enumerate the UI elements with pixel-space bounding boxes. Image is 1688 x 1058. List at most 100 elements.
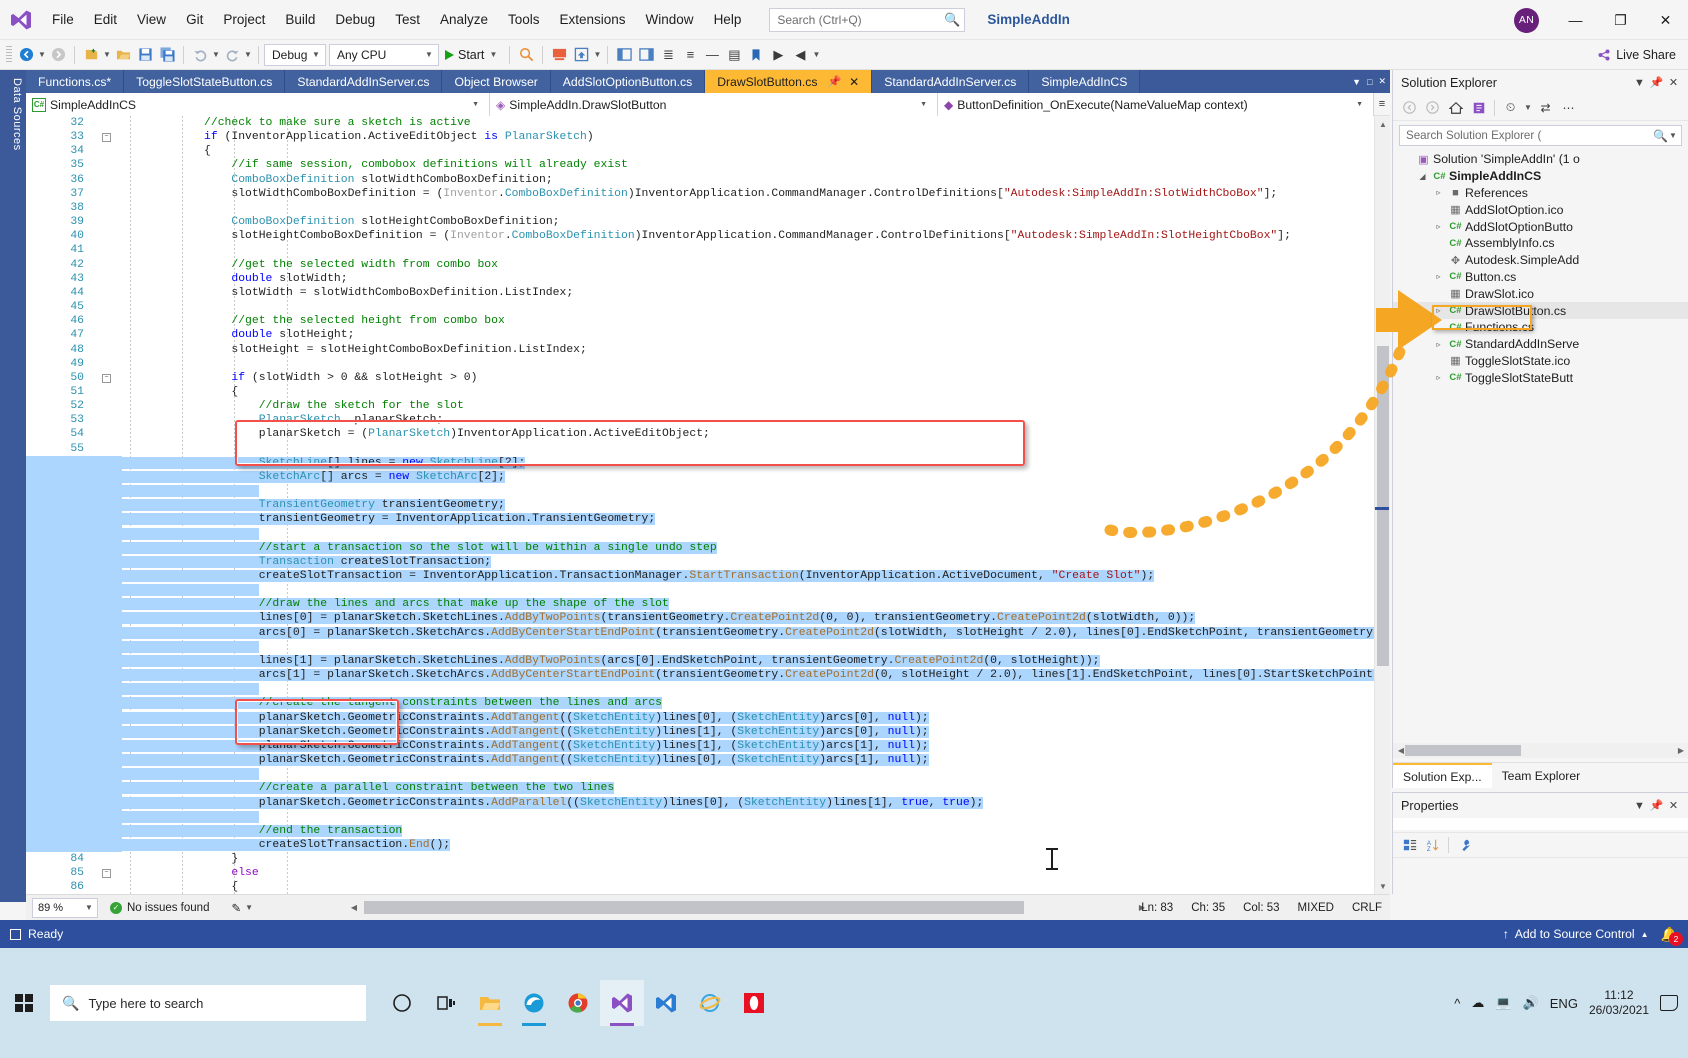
solution-tree-item-addslotoption-ico[interactable]: ▦ AddSlotOption.ico	[1393, 201, 1688, 218]
code-line[interactable]: createSlotTransaction = InventorApplicat…	[26, 569, 1390, 584]
comment-icon[interactable]: —	[701, 44, 723, 66]
tab-object-browser[interactable]: Object Browser	[442, 70, 551, 93]
code-line[interactable]	[26, 682, 1390, 697]
glyph-row[interactable]	[88, 272, 118, 286]
close-icon[interactable]: ✕	[1665, 799, 1682, 812]
forward-icon[interactable]	[1422, 97, 1443, 118]
code-line[interactable]: //check to make sure a sketch is active	[122, 116, 1390, 130]
panel-menu-icon[interactable]: ▼	[1631, 800, 1648, 812]
code-line[interactable]: //create a parallel constraint between t…	[26, 781, 1390, 796]
code-line[interactable]: lines[0] = planarSketch.SketchLines.AddB…	[26, 611, 1390, 626]
solution-tree-item-drawslotbutton-cs[interactable]: ▹ C# DrawSlotButton.cs	[1393, 302, 1688, 319]
navbar-member-dropdown[interactable]: ◆ ButtonDefinition_OnExecute(NameValueMa…	[938, 93, 1374, 116]
solution-tree-item-button-cs[interactable]: ▹ C# Button.cs	[1393, 269, 1688, 286]
live-preview-icon[interactable]	[570, 44, 592, 66]
menu-build[interactable]: Build	[275, 6, 325, 33]
solution-tree-item-autodesk-simpleadd[interactable]: ✥ Autodesk.SimpleAdd	[1393, 252, 1688, 269]
tab-addslotoptionbutton-cs[interactable]: AddSlotOptionButton.cs	[550, 70, 706, 93]
code-line[interactable]: }	[122, 852, 1390, 866]
code-line[interactable]: else	[122, 866, 1390, 880]
visual-studio-code-icon[interactable]	[644, 980, 688, 1026]
glyph-row[interactable]	[88, 229, 118, 243]
tab-list-dropdown-icon[interactable]: ▼	[1352, 77, 1361, 87]
code-line[interactable]: //start a transaction so the slot will b…	[26, 540, 1390, 555]
back-icon[interactable]	[1399, 97, 1420, 118]
menu-extensions[interactable]: Extensions	[550, 6, 636, 33]
issues-indicator[interactable]: ✓ No issues found	[110, 901, 209, 914]
solution-tree-item-references[interactable]: ▹ ■ References	[1393, 185, 1688, 202]
code-line[interactable]: planarSketch.GeometricConstraints.AddTan…	[26, 753, 1390, 768]
code-line[interactable]: arcs[0] = planarSketch.SketchArcs.AddByC…	[26, 625, 1390, 640]
code-line[interactable]	[122, 442, 1390, 456]
expand-twisty-icon[interactable]: ◢	[1415, 172, 1430, 181]
glyph-row[interactable]	[88, 158, 118, 172]
code-line[interactable]: transientGeometry = InventorApplication.…	[26, 512, 1390, 527]
tab-simpleaddincs[interactable]: SimpleAddInCS	[1029, 70, 1141, 93]
zoom-level-combo[interactable]: 89 % ▼	[32, 897, 98, 918]
glyph-row[interactable]	[88, 116, 118, 130]
glyph-row[interactable]	[88, 286, 118, 300]
code-line[interactable]	[26, 639, 1390, 654]
code-line[interactable]: {	[122, 385, 1390, 399]
save-icon[interactable]	[134, 44, 156, 66]
menu-debug[interactable]: Debug	[325, 6, 385, 33]
properties-wrench-icon[interactable]	[1454, 835, 1475, 856]
solution-tree-item-toggleslotstate-ico[interactable]: ▦ ToggleSlotState.ico	[1393, 353, 1688, 370]
minimize-button[interactable]: —	[1553, 0, 1598, 40]
solution-explorer-hscrollbar[interactable]: ◀ ▶	[1393, 743, 1688, 758]
code-line[interactable]: {	[122, 144, 1390, 158]
pin-icon[interactable]: 📌	[1648, 76, 1665, 89]
tab-standardaddinserver-cs-2[interactable]: StandardAddInServer.cs	[872, 70, 1030, 93]
new-project-dropdown-icon[interactable]: ▼	[102, 50, 112, 59]
refresh-icon[interactable]: ⇄	[1535, 97, 1556, 118]
pin-icon[interactable]: 📌	[827, 75, 841, 88]
save-all-icon[interactable]	[156, 44, 178, 66]
close-icon[interactable]: ✕	[1665, 76, 1682, 89]
code-line[interactable]: slotHeightComboBoxDefinition = (Inventor…	[122, 229, 1390, 243]
glyph-row[interactable]	[88, 215, 118, 229]
avatar[interactable]: AN	[1514, 7, 1539, 33]
code-line[interactable]: slotWidth = slotWidthComboBoxDefinition.…	[122, 286, 1390, 300]
code-line[interactable]: if (InventorApplication.ActiveEditObject…	[122, 130, 1390, 144]
pending-changes-icon[interactable]: ⏲	[1500, 97, 1521, 118]
editor-vertical-scrollbar[interactable]: ▲ ▼	[1374, 116, 1390, 894]
code-line[interactable]: //draw the lines and arcs that make up t…	[26, 597, 1390, 612]
glyph-row[interactable]	[88, 343, 118, 357]
code-line[interactable]: createSlotTransaction.End();	[26, 837, 1390, 853]
uncomment-icon[interactable]: ▤	[723, 44, 745, 66]
hscrollbar-thumb[interactable]	[364, 901, 1024, 914]
scroll-right-icon[interactable]: ▶	[1673, 743, 1688, 758]
code-line[interactable]: ComboBoxDefinition slotWidthComboBoxDefi…	[122, 173, 1390, 187]
close-button[interactable]: ✕	[1643, 0, 1688, 40]
code-line[interactable]	[122, 201, 1390, 215]
code-line[interactable]	[26, 767, 1390, 782]
alphabetical-view-icon[interactable]: AZ	[1422, 835, 1443, 856]
cortana-icon[interactable]	[380, 980, 424, 1026]
navigate-backward-icon[interactable]	[15, 44, 37, 66]
code-line[interactable]	[122, 243, 1390, 257]
code-line[interactable]: //get the selected height from combo box	[122, 314, 1390, 328]
solution-tree-item-simpleaddincs[interactable]: ◢ C# SimpleAddInCS	[1393, 168, 1688, 185]
action-center-icon[interactable]	[1660, 995, 1678, 1011]
show-hidden-icons-icon[interactable]: ^	[1454, 996, 1460, 1011]
opera-icon[interactable]	[732, 980, 776, 1026]
solution-tree-item-solution-simpleaddin-1-o[interactable]: ▣ Solution 'SimpleAddIn' (1 o	[1393, 151, 1688, 168]
start-button[interactable]	[0, 983, 48, 1023]
code-line[interactable]: if (slotWidth > 0 && slotHeight > 0)	[122, 371, 1390, 385]
solution-configuration-combo[interactable]: Debug ▼	[264, 43, 326, 66]
navbar-project-dropdown[interactable]: C# SimpleAddInCS ▼	[26, 93, 490, 116]
menu-help[interactable]: Help	[704, 6, 752, 33]
solution-tree-item-assemblyinfo-cs[interactable]: C# AssemblyInfo.cs	[1393, 235, 1688, 252]
menu-window[interactable]: Window	[636, 6, 704, 33]
outdent-icon[interactable]: ≡	[679, 44, 701, 66]
solution-tree-item-drawslot-ico[interactable]: ▦ DrawSlot.ico	[1393, 285, 1688, 302]
file-explorer-icon[interactable]	[468, 980, 512, 1026]
attach-to-process-icon[interactable]	[515, 44, 537, 66]
scrollbar-thumb[interactable]	[1377, 346, 1389, 666]
menu-edit[interactable]: Edit	[84, 6, 127, 33]
solution-tree-item-standardaddinserve[interactable]: ▹ C# StandardAddInServe	[1393, 336, 1688, 353]
solution-tree[interactable]: ▣ Solution 'SimpleAddIn' (1 o ◢ C# SimpleAdd…	[1393, 148, 1688, 386]
expand-twisty-icon[interactable]: ▹	[1431, 272, 1446, 281]
code-line[interactable]	[26, 583, 1390, 598]
quick-launch-search[interactable]: Search (Ctrl+Q) 🔍	[769, 7, 966, 32]
